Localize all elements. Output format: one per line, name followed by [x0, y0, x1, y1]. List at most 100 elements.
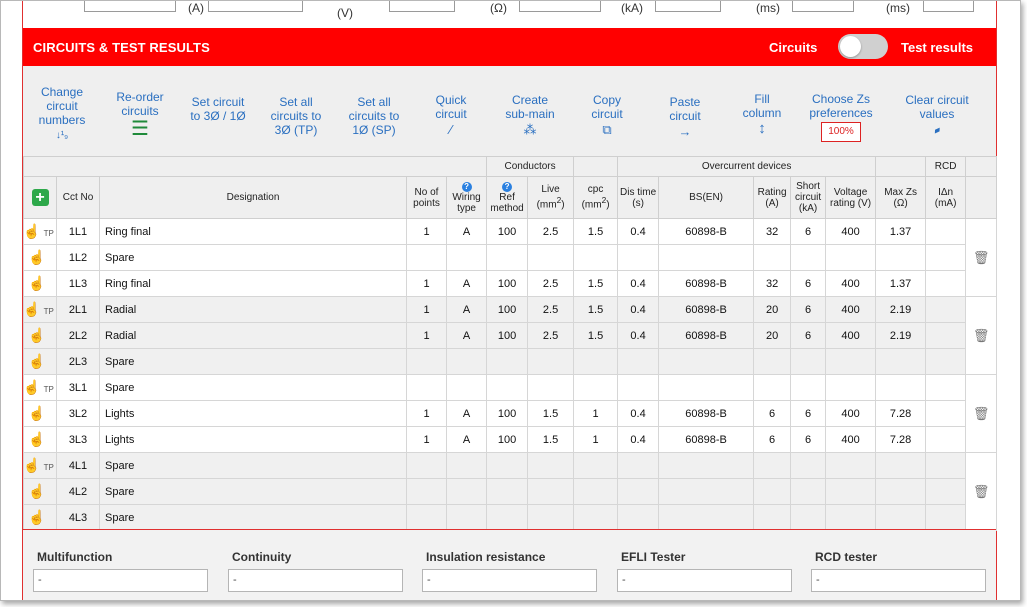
cell-points[interactable] — [406, 452, 447, 479]
cell-rating[interactable]: 6 — [753, 400, 792, 427]
cell-points[interactable] — [406, 244, 447, 271]
cell-live[interactable] — [527, 244, 575, 271]
cell-idn[interactable] — [925, 452, 967, 479]
cell-designation[interactable]: Spare — [99, 452, 407, 479]
select-circuit-hand-icon[interactable]: ☝ — [28, 483, 45, 499]
cell-bs[interactable] — [658, 504, 755, 531]
cell-ref[interactable]: 100 — [486, 218, 529, 245]
insulation-resistance-select[interactable]: - — [422, 569, 597, 592]
copy-circuit-button[interactable]: Copy circuit ⧉ — [583, 93, 631, 137]
cell-sc[interactable] — [790, 504, 827, 531]
cell-dis[interactable] — [617, 504, 660, 531]
cell-idn[interactable] — [925, 478, 967, 505]
create-sub-main-button[interactable]: Create sub-main ⁂ — [499, 93, 561, 137]
cell-ref[interactable] — [486, 374, 529, 401]
cell-volt[interactable] — [825, 504, 877, 531]
cell-live[interactable]: 2.5 — [527, 218, 575, 245]
field-box[interactable] — [389, 1, 455, 12]
cell-dis[interactable] — [617, 478, 660, 505]
cell-designation[interactable]: Radial — [99, 296, 407, 323]
cell-idn[interactable] — [925, 296, 967, 323]
cell-live[interactable]: 1.5 — [527, 400, 575, 427]
cell-sc[interactable]: 6 — [790, 426, 827, 453]
cell-rating[interactable] — [753, 452, 792, 479]
cell-wiring[interactable] — [445, 452, 488, 479]
cell-wiring[interactable]: A — [445, 426, 488, 453]
cell-designation[interactable]: Spare — [99, 374, 407, 401]
cell-cpc[interactable]: 1.5 — [573, 296, 619, 323]
select-circuit-hand-icon[interactable]: ☝ — [28, 431, 45, 447]
cell-volt[interactable] — [825, 478, 877, 505]
cell-zs[interactable]: 1.37 — [875, 270, 927, 297]
cell-zs[interactable]: 7.28 — [875, 426, 927, 453]
cell-wiring[interactable] — [445, 244, 488, 271]
select-circuit-hand-icon[interactable]: ☝ — [28, 249, 45, 265]
cell-live[interactable]: 1.5 — [527, 426, 575, 453]
cell-sc[interactable] — [790, 244, 827, 271]
field-box[interactable] — [84, 1, 176, 12]
cell-designation[interactable]: Spare — [99, 478, 407, 505]
delete-trash-icon[interactable]: 🗑 — [973, 328, 990, 343]
delete-trash-icon[interactable]: 🗑 — [973, 484, 990, 499]
cell-designation[interactable]: Ring final — [99, 218, 407, 245]
cell-bs[interactable] — [658, 478, 755, 505]
cell-dis[interactable]: 0.4 — [617, 296, 660, 323]
cell-points[interactable] — [406, 478, 447, 505]
cell-designation[interactable]: Ring final — [99, 270, 407, 297]
cell-wiring[interactable] — [445, 478, 488, 505]
cell-idn[interactable] — [925, 244, 967, 271]
cell-zs[interactable] — [875, 504, 927, 531]
cell-ref[interactable]: 100 — [486, 322, 529, 349]
cell-ref[interactable]: 100 — [486, 270, 529, 297]
cell-cpc[interactable] — [573, 504, 619, 531]
cell-volt[interactable] — [825, 452, 877, 479]
cell-rating[interactable] — [753, 348, 792, 375]
cell-idn[interactable] — [925, 348, 967, 375]
circuits-results-toggle[interactable] — [838, 34, 888, 59]
cell-ref[interactable] — [486, 452, 529, 479]
cell-zs[interactable]: 2.19 — [875, 296, 927, 323]
cell-sc[interactable] — [790, 478, 827, 505]
cell-live[interactable]: 2.5 — [527, 270, 575, 297]
cell-bs[interactable]: 60898-B — [658, 270, 755, 297]
field-box[interactable] — [655, 1, 721, 12]
cell-points[interactable]: 1 — [406, 270, 447, 297]
cell-ref[interactable] — [486, 504, 529, 531]
cell-cpc[interactable] — [573, 452, 619, 479]
cell-cpc[interactable]: 1.5 — [573, 322, 619, 349]
field-box[interactable] — [792, 1, 854, 12]
cell-volt[interactable]: 400 — [825, 426, 877, 453]
cell-dis[interactable]: 0.4 — [617, 218, 660, 245]
cell-idn[interactable] — [925, 374, 967, 401]
cell-rating[interactable] — [753, 374, 792, 401]
cell-idn[interactable] — [925, 322, 967, 349]
select-circuit-hand-icon[interactable]: ☝ — [28, 405, 45, 421]
cell-wiring[interactable]: A — [445, 218, 488, 245]
clear-circuit-values-button[interactable]: Clear circuit values ▰ — [899, 93, 975, 137]
cell-wiring[interactable]: A — [445, 400, 488, 427]
cell-sc[interactable]: 6 — [790, 218, 827, 245]
cell-dis[interactable]: 0.4 — [617, 270, 660, 297]
cell-live[interactable]: 2.5 — [527, 322, 575, 349]
cell-designation[interactable]: Radial — [99, 322, 407, 349]
cell-idn[interactable] — [925, 270, 967, 297]
select-circuit-hand-icon[interactable]: ☝ — [28, 509, 45, 525]
cell-volt[interactable] — [825, 374, 877, 401]
cell-rating[interactable]: 20 — [753, 322, 792, 349]
cell-points[interactable]: 1 — [406, 218, 447, 245]
cell-volt[interactable] — [825, 348, 877, 375]
cell-cpc[interactable] — [573, 348, 619, 375]
select-circuit-hand-icon[interactable]: ☝ — [23, 223, 40, 239]
field-box[interactable] — [519, 1, 601, 12]
cell-sc[interactable] — [790, 348, 827, 375]
cell-rating[interactable]: 20 — [753, 296, 792, 323]
field-box[interactable] — [923, 1, 974, 12]
cell-zs[interactable] — [875, 374, 927, 401]
cell-live[interactable] — [527, 374, 575, 401]
cell-ref[interactable] — [486, 348, 529, 375]
select-circuit-hand-icon[interactable]: ☝ — [23, 301, 40, 317]
cell-wiring[interactable]: A — [445, 296, 488, 323]
cell-cpc[interactable] — [573, 374, 619, 401]
cell-points[interactable]: 1 — [406, 322, 447, 349]
cell-zs[interactable] — [875, 452, 927, 479]
